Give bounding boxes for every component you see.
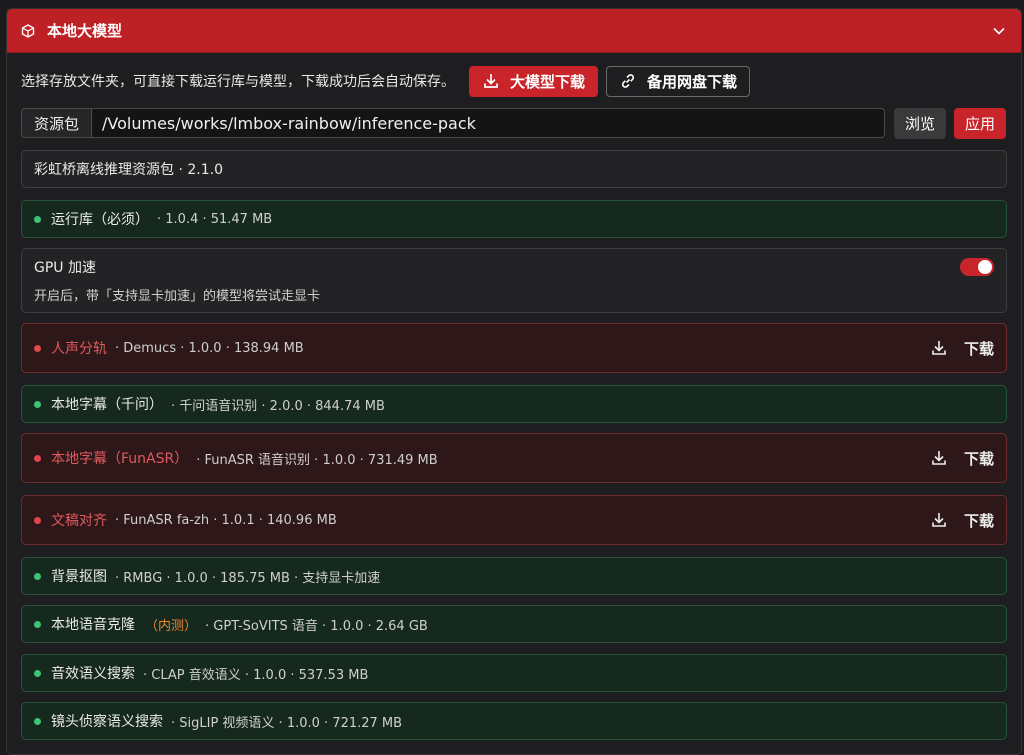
gpu-title: GPU 加速 xyxy=(34,260,96,276)
gpu-description: 开启后，带「支持显卡加速」的模型将尝试走显卡 xyxy=(34,289,321,304)
intro-row: 选择存放文件夹，可直接下载运行库与模型，下载成功后会自动保存。 大模型下载 备用… xyxy=(21,65,1007,97)
cube-icon xyxy=(21,23,37,39)
gpu-toggle[interactable] xyxy=(960,258,994,276)
model-card: 文稿对齐 · FunASR fa-zh · 1.0.1 · 140.96 MB … xyxy=(21,495,1007,545)
model-meta: · RMBG · 1.0.0 · 185.75 MB · 支持显卡加速 xyxy=(115,570,381,586)
link-icon xyxy=(619,72,637,90)
panel-header[interactable]: 本地大模型 xyxy=(7,9,1021,53)
model-card: 人声分轨 · Demucs · 1.0.0 · 138.94 MB 下载 xyxy=(21,323,1007,373)
model-meta: · Demucs · 1.0.0 · 138.94 MB xyxy=(115,340,304,356)
model-meta: · SigLIP 视频语义 · 1.0.0 · 721.27 MB xyxy=(171,715,403,731)
model-download-action[interactable]: 下载 xyxy=(930,338,994,359)
model-card: 背景抠图 · RMBG · 1.0.0 · 185.75 MB · 支持显卡加速 xyxy=(21,557,1007,595)
model-card: 本地字幕（千问） · 千问语音识别 · 2.0.0 · 844.74 MB xyxy=(21,385,1007,423)
model-meta: · 千问语音识别 · 2.0.0 · 844.74 MB xyxy=(171,398,385,414)
model-name: 文稿对齐 xyxy=(51,513,107,529)
resource-pack-label: 资源包 xyxy=(21,108,93,138)
download-label: 下载 xyxy=(963,511,994,530)
backup-download-button[interactable]: 备用网盘下载 xyxy=(606,65,751,97)
status-dot-missing xyxy=(34,516,41,524)
model-download-button[interactable]: 大模型下载 xyxy=(469,65,599,97)
intro-description: 选择存放文件夹，可直接下载运行库与模型，下载成功后会自动保存。 xyxy=(21,74,455,90)
status-dot-missing xyxy=(34,344,41,352)
model-download-label: 大模型下载 xyxy=(510,72,586,91)
model-name: 音效语义搜索 xyxy=(51,666,135,682)
gpu-acceleration-card: GPU 加速 开启后，带「支持显卡加速」的模型将尝试走显卡 xyxy=(21,248,1007,313)
model-download-action[interactable]: 下载 xyxy=(930,448,994,469)
apply-button[interactable]: 应用 xyxy=(954,107,1007,139)
pack-info-card: 彩虹桥离线推理资源包 · 2.1.0 xyxy=(21,150,1007,188)
model-name: 人声分轨 xyxy=(51,341,107,357)
model-meta: · FunASR fa-zh · 1.0.1 · 140.96 MB xyxy=(115,512,337,528)
status-dot-missing xyxy=(34,454,41,462)
model-name: 镜头侦察语义搜索 xyxy=(51,714,163,730)
status-dot-installed xyxy=(34,572,41,580)
download-icon xyxy=(482,72,500,90)
download-icon xyxy=(930,449,948,467)
model-meta: · FunASR 语音识别 · 1.0.0 · 731.49 MB xyxy=(196,452,438,468)
model-card: 音效语义搜索 · CLAP 音效语义 · 1.0.0 · 537.53 MB xyxy=(21,654,1007,692)
model-download-action[interactable]: 下载 xyxy=(930,510,994,531)
download-label: 下载 xyxy=(963,339,994,358)
status-dot-installed xyxy=(34,400,41,408)
model-card: 本地字幕（FunASR） · FunASR 语音识别 · 1.0.0 · 731… xyxy=(21,433,1007,483)
status-dot-installed xyxy=(34,669,41,677)
model-card: 镜头侦察语义搜索 · SigLIP 视频语义 · 1.0.0 · 721.27 … xyxy=(21,702,1007,740)
resource-pack-path-row: 资源包 浏览 应用 xyxy=(21,107,1007,139)
pack-info-text: 彩虹桥离线推理资源包 · 2.1.0 xyxy=(34,162,223,178)
backup-download-label: 备用网盘下载 xyxy=(647,72,738,91)
model-meta: · CLAP 音效语义 · 1.0.0 · 537.53 MB xyxy=(143,667,369,683)
runtime-card: 运行库（必须） · 1.0.4 · 51.47 MB xyxy=(21,200,1007,238)
chevron-down-icon[interactable] xyxy=(991,23,1007,39)
local-models-panel: 本地大模型 选择存放文件夹，可直接下载运行库与模型，下载成功后会自动保存。 大模… xyxy=(6,8,1022,755)
resource-pack-path-input[interactable] xyxy=(92,108,886,138)
download-label: 下载 xyxy=(963,449,994,468)
model-name: 本地字幕（FunASR） xyxy=(51,451,189,467)
beta-badge: （内测） xyxy=(145,618,198,634)
model-name: 本地字幕（千问） xyxy=(51,397,163,413)
status-dot-installed xyxy=(34,717,41,725)
runtime-name: 运行库（必须） xyxy=(51,212,149,228)
panel-title: 本地大模型 xyxy=(47,22,123,40)
status-dot-installed xyxy=(34,620,41,628)
runtime-meta: · 1.0.4 · 51.47 MB xyxy=(157,211,273,227)
model-card: 本地语音克隆 （内测） · GPT-SoVITS 语音 · 1.0.0 · 2.… xyxy=(21,605,1007,643)
model-name: 背景抠图 xyxy=(51,569,107,585)
model-meta: · GPT-SoVITS 语音 · 1.0.0 · 2.64 GB xyxy=(205,618,428,634)
toggle-knob xyxy=(978,260,992,274)
browse-button[interactable]: 浏览 xyxy=(894,107,947,139)
download-icon xyxy=(930,511,948,529)
status-dot-installed xyxy=(34,215,41,223)
model-name: 本地语音克隆 xyxy=(51,617,135,633)
download-icon xyxy=(930,339,948,357)
